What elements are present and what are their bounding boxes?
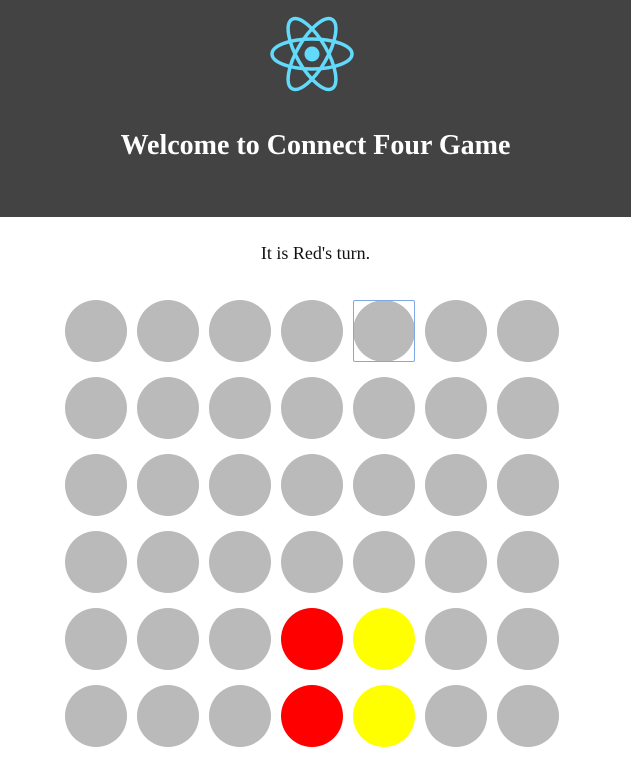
board-cell-r5-c6[interactable]: [497, 685, 559, 747]
board-cell-r4-c4[interactable]: [353, 608, 415, 670]
board-cell-r1-c6[interactable]: [497, 377, 559, 439]
board-cell-r2-c3[interactable]: [281, 454, 343, 516]
board-cell-r3-c5[interactable]: [425, 531, 487, 593]
board-cell-r3-c3[interactable]: [281, 531, 343, 593]
board-cell-r0-c5[interactable]: [425, 300, 487, 362]
board-cell-r2-c5[interactable]: [425, 454, 487, 516]
board-cell-r1-c5[interactable]: [425, 377, 487, 439]
board-cell-r1-c0[interactable]: [65, 377, 127, 439]
board-cell-r4-c2[interactable]: [209, 608, 271, 670]
board-cell-r1-c3[interactable]: [281, 377, 343, 439]
board-cell-r5-c3[interactable]: [281, 685, 343, 747]
board-cell-r4-c5[interactable]: [425, 608, 487, 670]
board-cell-r5-c4[interactable]: [353, 685, 415, 747]
board-cell-r4-c0[interactable]: [65, 608, 127, 670]
board-cell-r3-c1[interactable]: [137, 531, 199, 593]
board-cell-r0-c2[interactable]: [209, 300, 271, 362]
board-cell-r2-c1[interactable]: [137, 454, 199, 516]
board-cell-r4-c1[interactable]: [137, 608, 199, 670]
board-cell-r3-c0[interactable]: [65, 531, 127, 593]
game-board: [0, 0, 631, 782]
board-cell-r0-c1[interactable]: [137, 300, 199, 362]
board-cell-r5-c0[interactable]: [65, 685, 127, 747]
board-cell-r5-c5[interactable]: [425, 685, 487, 747]
board-cell-r4-c3[interactable]: [281, 608, 343, 670]
board-cell-r0-c3[interactable]: [281, 300, 343, 362]
board-cell-r5-c2[interactable]: [209, 685, 271, 747]
board-cell-r1-c4[interactable]: [353, 377, 415, 439]
board-cell-r2-c4[interactable]: [353, 454, 415, 516]
board-cell-r3-c4[interactable]: [353, 531, 415, 593]
board-cell-r5-c1[interactable]: [137, 685, 199, 747]
board-cell-r0-c6[interactable]: [497, 300, 559, 362]
board-cell-r0-c4[interactable]: [353, 300, 415, 362]
board-cell-r2-c6[interactable]: [497, 454, 559, 516]
board-cell-r3-c2[interactable]: [209, 531, 271, 593]
board-cell-r0-c0[interactable]: [65, 300, 127, 362]
board-cell-r2-c2[interactable]: [209, 454, 271, 516]
board-cell-r1-c1[interactable]: [137, 377, 199, 439]
board-cell-r2-c0[interactable]: [65, 454, 127, 516]
board-cell-r4-c6[interactable]: [497, 608, 559, 670]
board-cell-r1-c2[interactable]: [209, 377, 271, 439]
board-cell-r3-c6[interactable]: [497, 531, 559, 593]
